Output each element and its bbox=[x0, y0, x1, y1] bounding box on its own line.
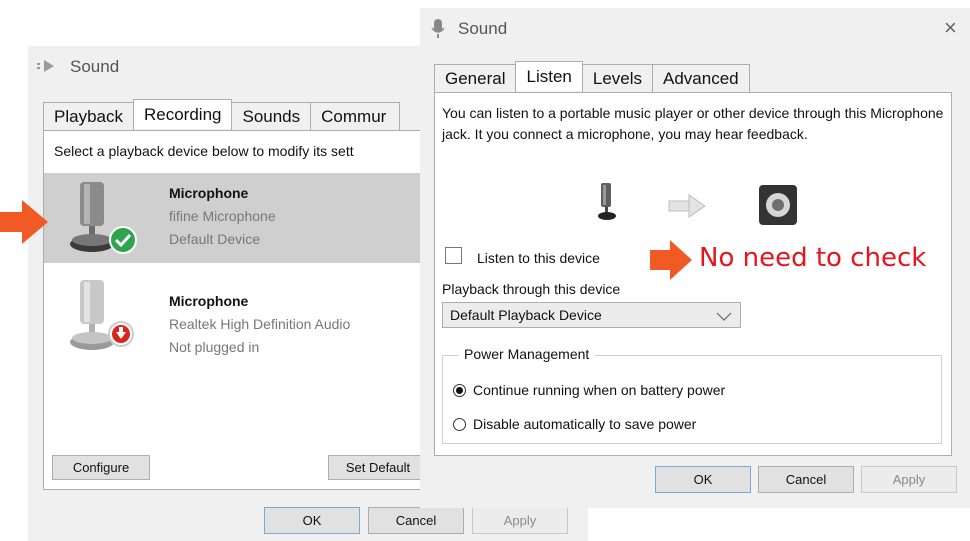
close-icon[interactable]: × bbox=[944, 15, 957, 41]
tab-label: Commur bbox=[321, 106, 387, 126]
tab-strip: General Listen Levels Advanced bbox=[434, 61, 750, 92]
tab-label: Playback bbox=[54, 106, 123, 126]
tab-general[interactable]: General bbox=[434, 64, 517, 92]
recording-panel: Select a playback device below to modify… bbox=[43, 130, 443, 490]
playback-device-value: Default Playback Device bbox=[450, 307, 602, 323]
listen-checkbox[interactable] bbox=[445, 247, 462, 264]
power-management-group: Power Management Continue running when o… bbox=[442, 346, 942, 444]
arrow-right-icon bbox=[667, 193, 709, 224]
device-item-fifine[interactable]: Microphone fifine Microphone Default Dev… bbox=[44, 173, 442, 263]
tab-strip: Playback Recording Sounds Commur bbox=[43, 99, 401, 130]
set-default-button[interactable]: Set Default bbox=[328, 455, 428, 480]
window-title: Sound bbox=[458, 19, 508, 38]
radio-continue[interactable] bbox=[453, 383, 466, 397]
title-bar: Sound × bbox=[420, 8, 970, 48]
configure-button[interactable]: Configure bbox=[52, 455, 150, 480]
tab-recording[interactable]: Recording bbox=[132, 99, 233, 129]
annotation-text: No need to check bbox=[699, 243, 927, 273]
instruction-text: Select a playback device below to modify… bbox=[54, 143, 354, 159]
window-title: Sound bbox=[70, 57, 120, 76]
ok-button[interactable]: OK bbox=[264, 507, 360, 534]
group-title: Power Management bbox=[458, 346, 596, 362]
power-option-continue[interactable]: Continue running when on battery power bbox=[453, 382, 725, 398]
apply-button[interactable]: Apply bbox=[861, 466, 957, 493]
tab-playback[interactable]: Playback bbox=[43, 102, 134, 130]
microphone-small-icon bbox=[431, 18, 445, 45]
listen-checkbox-label[interactable]: Listen to this device bbox=[477, 250, 600, 266]
playback-device-select[interactable]: Default Playback Device bbox=[442, 302, 741, 328]
tab-advanced[interactable]: Advanced bbox=[652, 64, 750, 92]
default-check-icon bbox=[108, 225, 138, 260]
device-driver: fifine Microphone bbox=[169, 208, 276, 224]
pointer-arrow bbox=[0, 200, 50, 249]
tab-listen[interactable]: Listen bbox=[515, 61, 583, 91]
tab-label: General bbox=[445, 68, 506, 88]
chevron-down-icon bbox=[716, 309, 732, 327]
apply-button[interactable]: Apply bbox=[472, 507, 568, 534]
cancel-button[interactable]: Cancel bbox=[758, 466, 854, 493]
annotation-arrow bbox=[650, 240, 694, 285]
tab-label: Listen bbox=[526, 66, 572, 86]
listen-description: You can listen to a portable music playe… bbox=[442, 105, 944, 142]
cancel-button[interactable]: Cancel bbox=[368, 507, 464, 534]
device-driver: Realtek High Definition Audio bbox=[169, 316, 351, 332]
radio-label: Disable automatically to save power bbox=[473, 416, 697, 432]
tab-sounds[interactable]: Sounds bbox=[231, 102, 312, 130]
device-status: Default Device bbox=[169, 231, 261, 247]
unplugged-arrow-icon bbox=[106, 319, 136, 354]
radio-disable[interactable] bbox=[453, 417, 466, 431]
radio-label: Continue running when on battery power bbox=[473, 382, 726, 398]
device-status: Not plugged in bbox=[169, 339, 260, 355]
speaker-output-icon bbox=[755, 183, 803, 234]
playback-label: Playback through this device bbox=[442, 281, 621, 297]
device-item-realtek[interactable]: Microphone Realtek High Definition Audio… bbox=[44, 266, 442, 361]
power-option-disable[interactable]: Disable automatically to save power bbox=[453, 416, 696, 432]
tab-label: Advanced bbox=[663, 68, 739, 88]
device-name: Microphone bbox=[169, 185, 249, 201]
device-name: Microphone bbox=[169, 293, 249, 309]
microphone-source-icon bbox=[597, 183, 617, 228]
speaker-icon bbox=[36, 57, 58, 80]
tab-communications[interactable]: Commur bbox=[310, 102, 401, 130]
tab-levels[interactable]: Levels bbox=[581, 64, 653, 92]
tab-label: Levels bbox=[592, 68, 642, 88]
tab-label: Recording bbox=[143, 104, 222, 124]
ok-button[interactable]: OK bbox=[655, 466, 751, 493]
tab-label: Sounds bbox=[242, 106, 301, 126]
